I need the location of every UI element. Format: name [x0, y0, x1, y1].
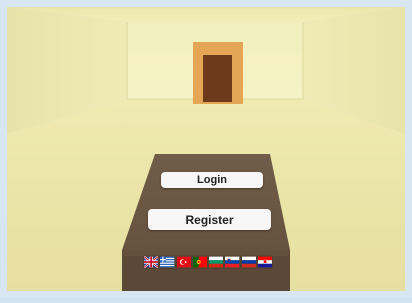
flag-bulgaria-icon[interactable] [209, 256, 224, 268]
language-flags [144, 256, 272, 270]
door[interactable] [203, 55, 232, 102]
flag-slovenia-icon[interactable] [225, 256, 240, 268]
login-button[interactable]: Login [161, 172, 263, 188]
room-background [0, 0, 412, 298]
flag-croatia-icon[interactable] [257, 256, 272, 268]
register-button[interactable]: Register [148, 209, 271, 230]
flag-greece-icon[interactable] [160, 256, 175, 268]
flag-uk-icon[interactable] [144, 256, 159, 268]
room-scene: Login Register [0, 0, 412, 298]
flag-turkey-icon[interactable] [176, 256, 191, 268]
flag-russia-icon[interactable] [241, 256, 256, 268]
flag-portugal-icon[interactable] [192, 256, 207, 268]
